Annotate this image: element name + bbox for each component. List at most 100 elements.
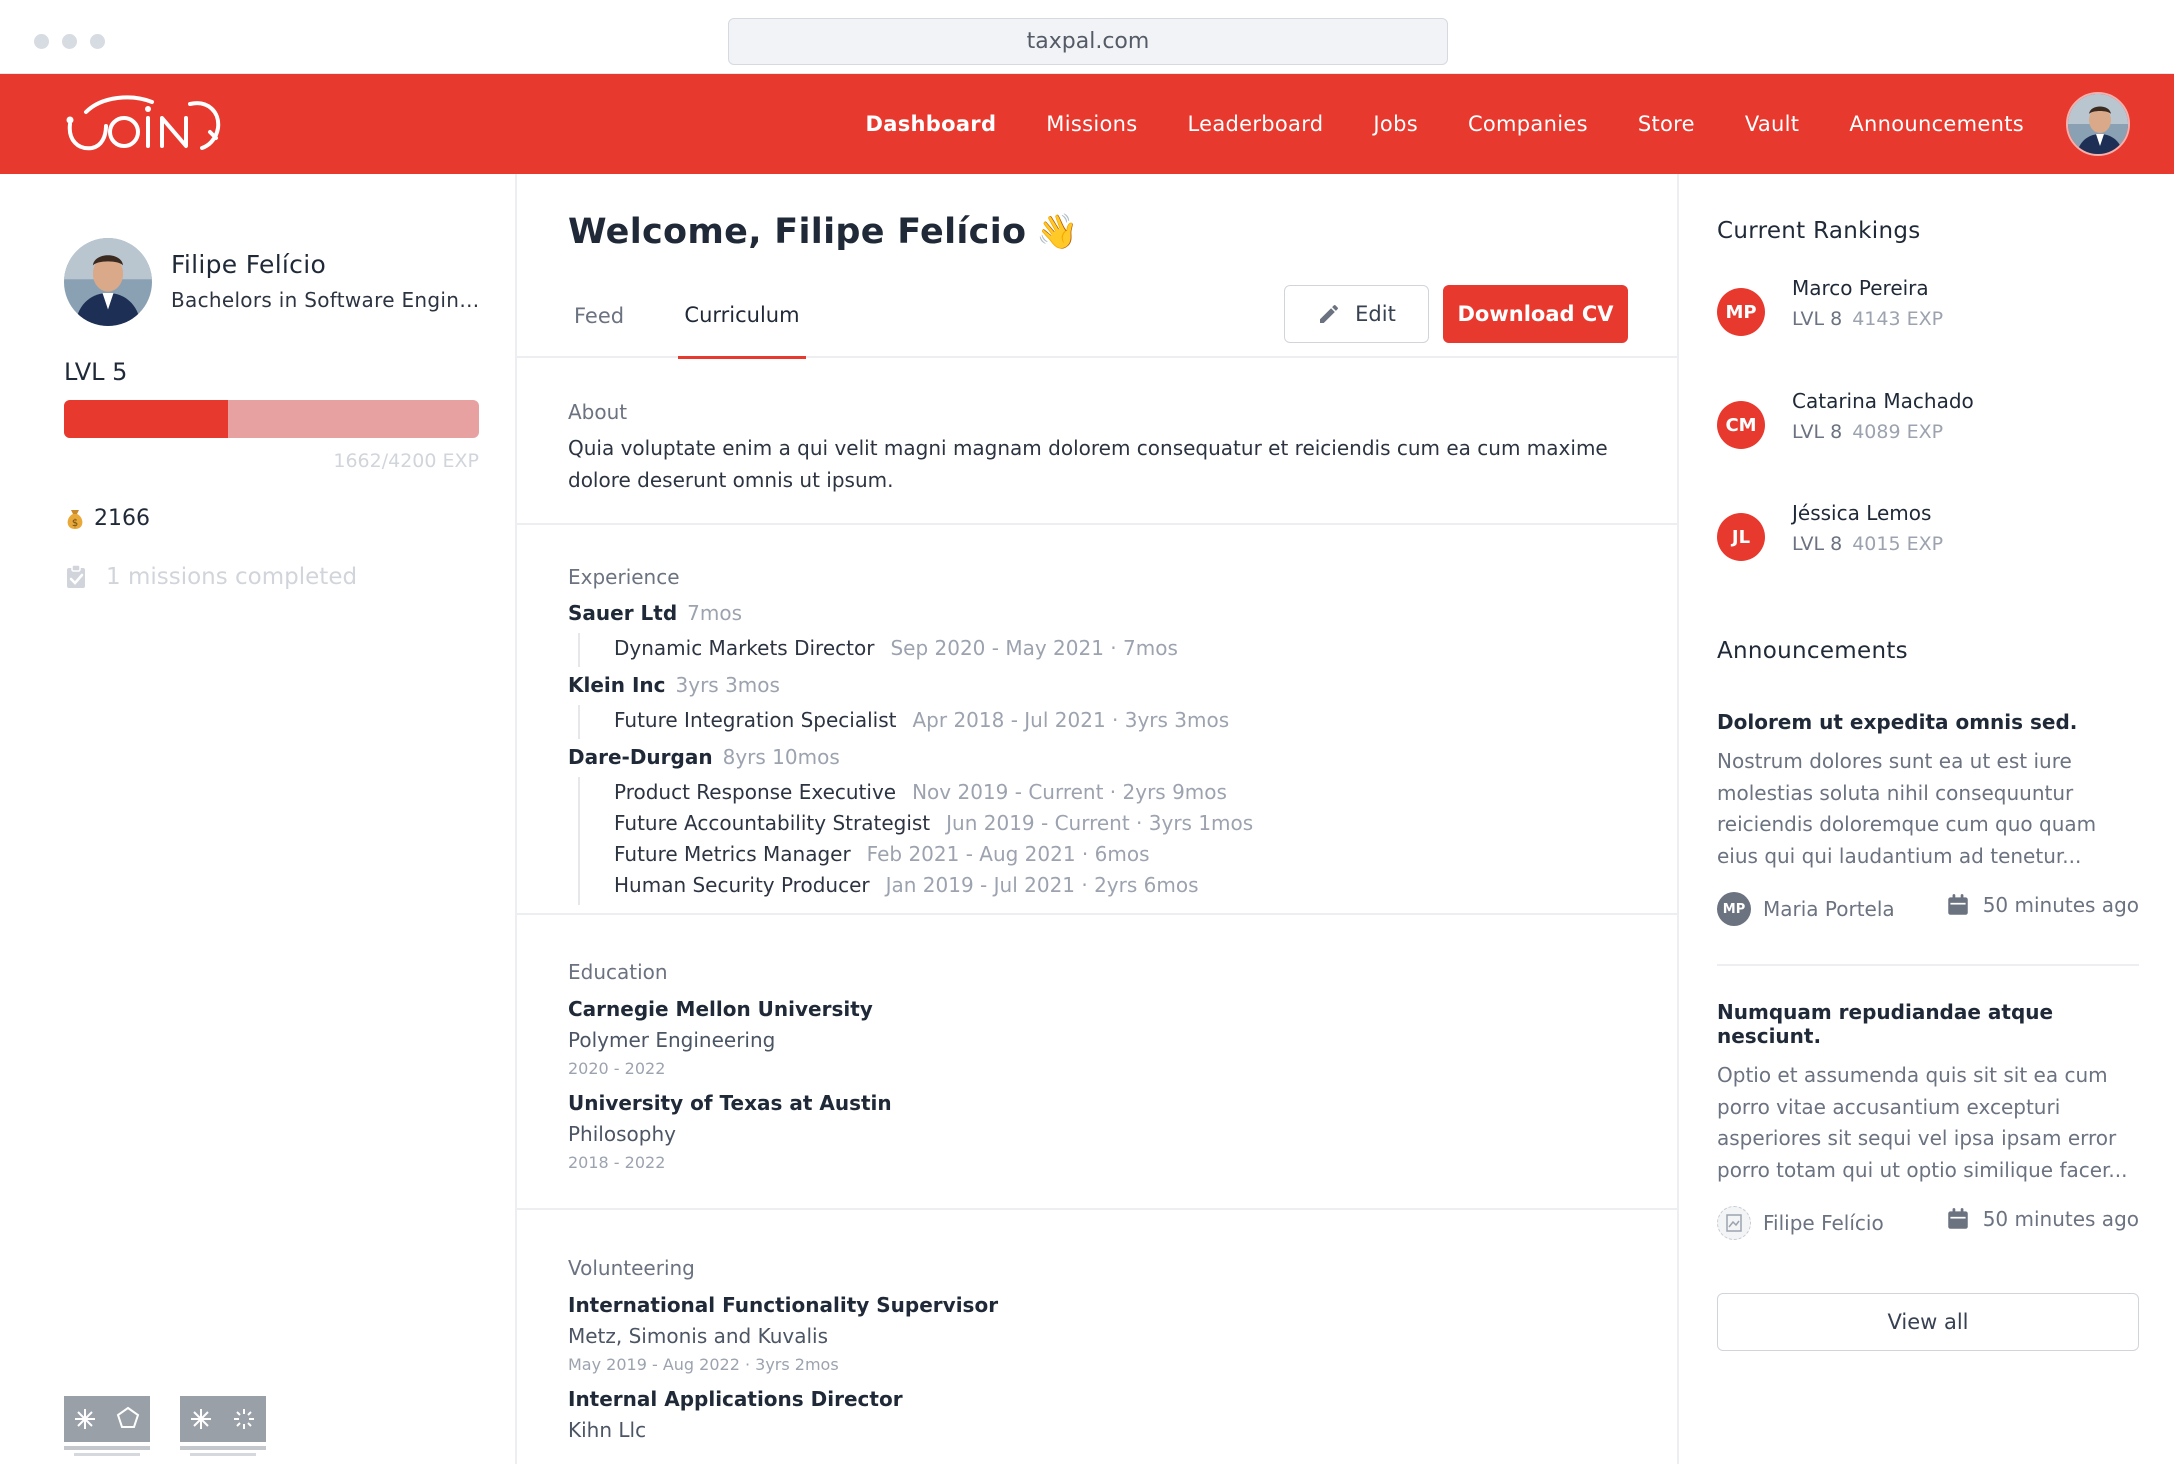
profile-sidebar: Filipe Felício Bachelors in Software Eng… — [0, 174, 517, 1464]
nav-leaderboard[interactable]: Leaderboard — [1187, 112, 1323, 136]
timeline-line — [578, 777, 580, 905]
timeline-line — [578, 705, 580, 739]
author-name: Filipe Felício — [1763, 1211, 1884, 1235]
calendar-icon — [1947, 894, 1968, 915]
author-name: Maria Portela — [1763, 897, 1895, 921]
time-text: 50 minutes ago — [1982, 893, 2139, 917]
university-logos — [64, 1396, 266, 1460]
announcement-footer: Filipe Felício 50 minutes ago — [1717, 1206, 2139, 1246]
window-minimize-dot[interactable] — [62, 34, 77, 49]
address-bar[interactable]: taxpal.com — [728, 18, 1448, 65]
uminho-sciences-logo — [180, 1396, 266, 1456]
waving-hand-icon: 👋 — [1036, 212, 1080, 252]
coin-balance: $ 2166 — [64, 506, 150, 531]
view-all-button[interactable]: View all — [1717, 1293, 2139, 1351]
experience-role: Product Response Executive Nov 2019 - Cur… — [614, 780, 1227, 804]
announcement-item[interactable]: Dolorem ut expedita omnis sed. Nostrum d… — [1717, 710, 2139, 932]
svg-text:$: $ — [72, 518, 78, 529]
window-close-dot[interactable] — [34, 34, 49, 49]
xp-progress-fill — [64, 400, 229, 438]
school-dates: 2018 - 2022 — [568, 1153, 666, 1172]
missions-completed: 1 missions completed — [64, 564, 357, 590]
experience-role: Future Metrics Manager Feb 2021 - Aug 202… — [614, 842, 1150, 866]
school-field: Philosophy — [568, 1122, 676, 1146]
announcement-footer: MP Maria Portela 50 minutes ago — [1717, 892, 2139, 932]
welcome-heading: Welcome, Filipe Felício 👋 — [568, 212, 1079, 252]
school-field: Polymer Engineering — [568, 1028, 776, 1052]
announcement-divider — [1717, 964, 2139, 966]
xp-progress-bar — [64, 400, 479, 438]
volunteering-title: Volunteering — [568, 1256, 695, 1280]
nav-dashboard[interactable]: Dashboard — [866, 112, 997, 136]
experience-section: Experience Sauer Ltd 7mos Dynamic Markets… — [517, 525, 1677, 915]
announcement-title: Numquam repudiandae atque nesciunt. — [1717, 1000, 2054, 1048]
author-avatar: MP — [1717, 892, 1751, 926]
company-sauer: Sauer Ltd 7mos — [568, 601, 743, 625]
announcements-title: Announcements — [1717, 638, 1908, 664]
announcement-author: Filipe Felício — [1717, 1206, 1884, 1240]
right-sidebar: Current Rankings MP Marco Pereira LVL 84… — [1677, 174, 2174, 1464]
volunteer-org: Kihn Llc — [568, 1418, 647, 1442]
announcement-title: Dolorem ut expedita omnis sed. — [1717, 710, 2078, 734]
education-title: Education — [568, 960, 668, 984]
profile-avatar[interactable] — [64, 238, 152, 326]
experience-title: Experience — [568, 565, 680, 589]
level-label: LVL 5 — [64, 358, 128, 386]
nav-announcements[interactable]: Announcements — [1849, 112, 2024, 136]
clipboard-check-icon — [67, 564, 85, 588]
coin-amount: 2166 — [94, 506, 150, 531]
nav-jobs[interactable]: Jobs — [1373, 112, 1418, 136]
ranking-item[interactable]: CM Catarina Machado LVL 8 4089 EXP — [1717, 389, 2137, 481]
school-name: University of Texas at Austin — [568, 1091, 892, 1115]
missions-text: 1 missions completed — [106, 564, 358, 590]
download-cv-button[interactable]: Download CV — [1443, 285, 1628, 343]
nav-vault[interactable]: Vault — [1745, 112, 1799, 136]
nav-companies[interactable]: Companies — [1468, 112, 1588, 136]
nav-links: Dashboard Missions Leaderboard Jobs Comp… — [866, 74, 2024, 174]
browser-chrome: taxpal.com — [0, 0, 2174, 74]
xp-text: 1662/4200 EXP — [333, 450, 479, 472]
edit-button[interactable]: Edit — [1284, 285, 1429, 343]
ranking-item[interactable]: JL Jéssica Lemos LVL 8 4015 EXP — [1717, 501, 2137, 593]
profile-name: Filipe Felício — [171, 250, 327, 279]
company-dare-durgan: Dare-Durgan 8yrs 10mos — [568, 745, 840, 769]
volunteering-section: Volunteering International Functionality… — [517, 1210, 1677, 1464]
announcement-body: Optio et assumenda quis sit sit ea cum p… — [1717, 1063, 2128, 1182]
main-content: Welcome, Filipe Felício 👋 Feed Curriculu… — [517, 174, 1677, 1464]
rank-meta: LVL 8 4015 EXP — [1792, 533, 1944, 555]
edit-label: Edit — [1355, 302, 1396, 326]
experience-role: Dynamic Markets Director Sep 2020 - May 2… — [614, 636, 1178, 660]
tab-curriculum[interactable]: Curriculum — [678, 274, 806, 359]
volunteer-dates: May 2019 - Aug 2022 · 3yrs 2mos — [568, 1355, 839, 1374]
time-text: 50 minutes ago — [1982, 1207, 2139, 1231]
rank-name: Jéssica Lemos — [1792, 501, 1932, 525]
nav-missions[interactable]: Missions — [1046, 112, 1137, 136]
school-name: Carnegie Mellon University — [568, 997, 873, 1021]
calendar-icon — [1947, 1208, 1968, 1229]
about-title: About — [568, 400, 628, 424]
user-avatar[interactable] — [2066, 92, 2130, 156]
profile-degree: Bachelors in Software Engineering — [171, 288, 481, 312]
nav-store[interactable]: Store — [1638, 112, 1695, 136]
money-bag-icon: $ — [67, 509, 83, 529]
window-controls — [34, 34, 105, 49]
window-maximize-dot[interactable] — [90, 34, 105, 49]
pencil-icon — [1320, 304, 1339, 323]
join-logo[interactable] — [62, 90, 226, 162]
volunteer-role: International Functionality Supervisor — [568, 1293, 999, 1317]
tab-feed[interactable]: Feed — [574, 274, 624, 358]
rank-meta: LVL 8 4089 EXP — [1792, 421, 1944, 443]
uminho-engineering-logo — [64, 1396, 150, 1456]
announcement-time: 50 minutes ago — [1945, 892, 2139, 918]
announcement-body: Nostrum dolores sunt ea ut est iure mole… — [1717, 749, 2097, 868]
rank-name: Catarina Machado — [1792, 389, 1974, 413]
ranking-item[interactable]: MP Marco Pereira LVL 8 4143 EXP — [1717, 276, 2137, 368]
experience-role: Human Security Producer Jan 2019 - Jul 20… — [614, 873, 1199, 897]
announcement-item[interactable]: Numquam repudiandae atque nesciunt. Opti… — [1717, 1000, 2139, 1246]
rank-avatar: CM — [1717, 401, 1765, 449]
experience-role: Future Integration Specialist Apr 2018 - … — [614, 708, 1230, 732]
rank-avatar: JL — [1717, 513, 1765, 561]
rankings-title: Current Rankings — [1717, 218, 1921, 244]
rank-avatar: MP — [1717, 288, 1765, 336]
company-klein: Klein Inc 3yrs 3mos — [568, 673, 780, 697]
